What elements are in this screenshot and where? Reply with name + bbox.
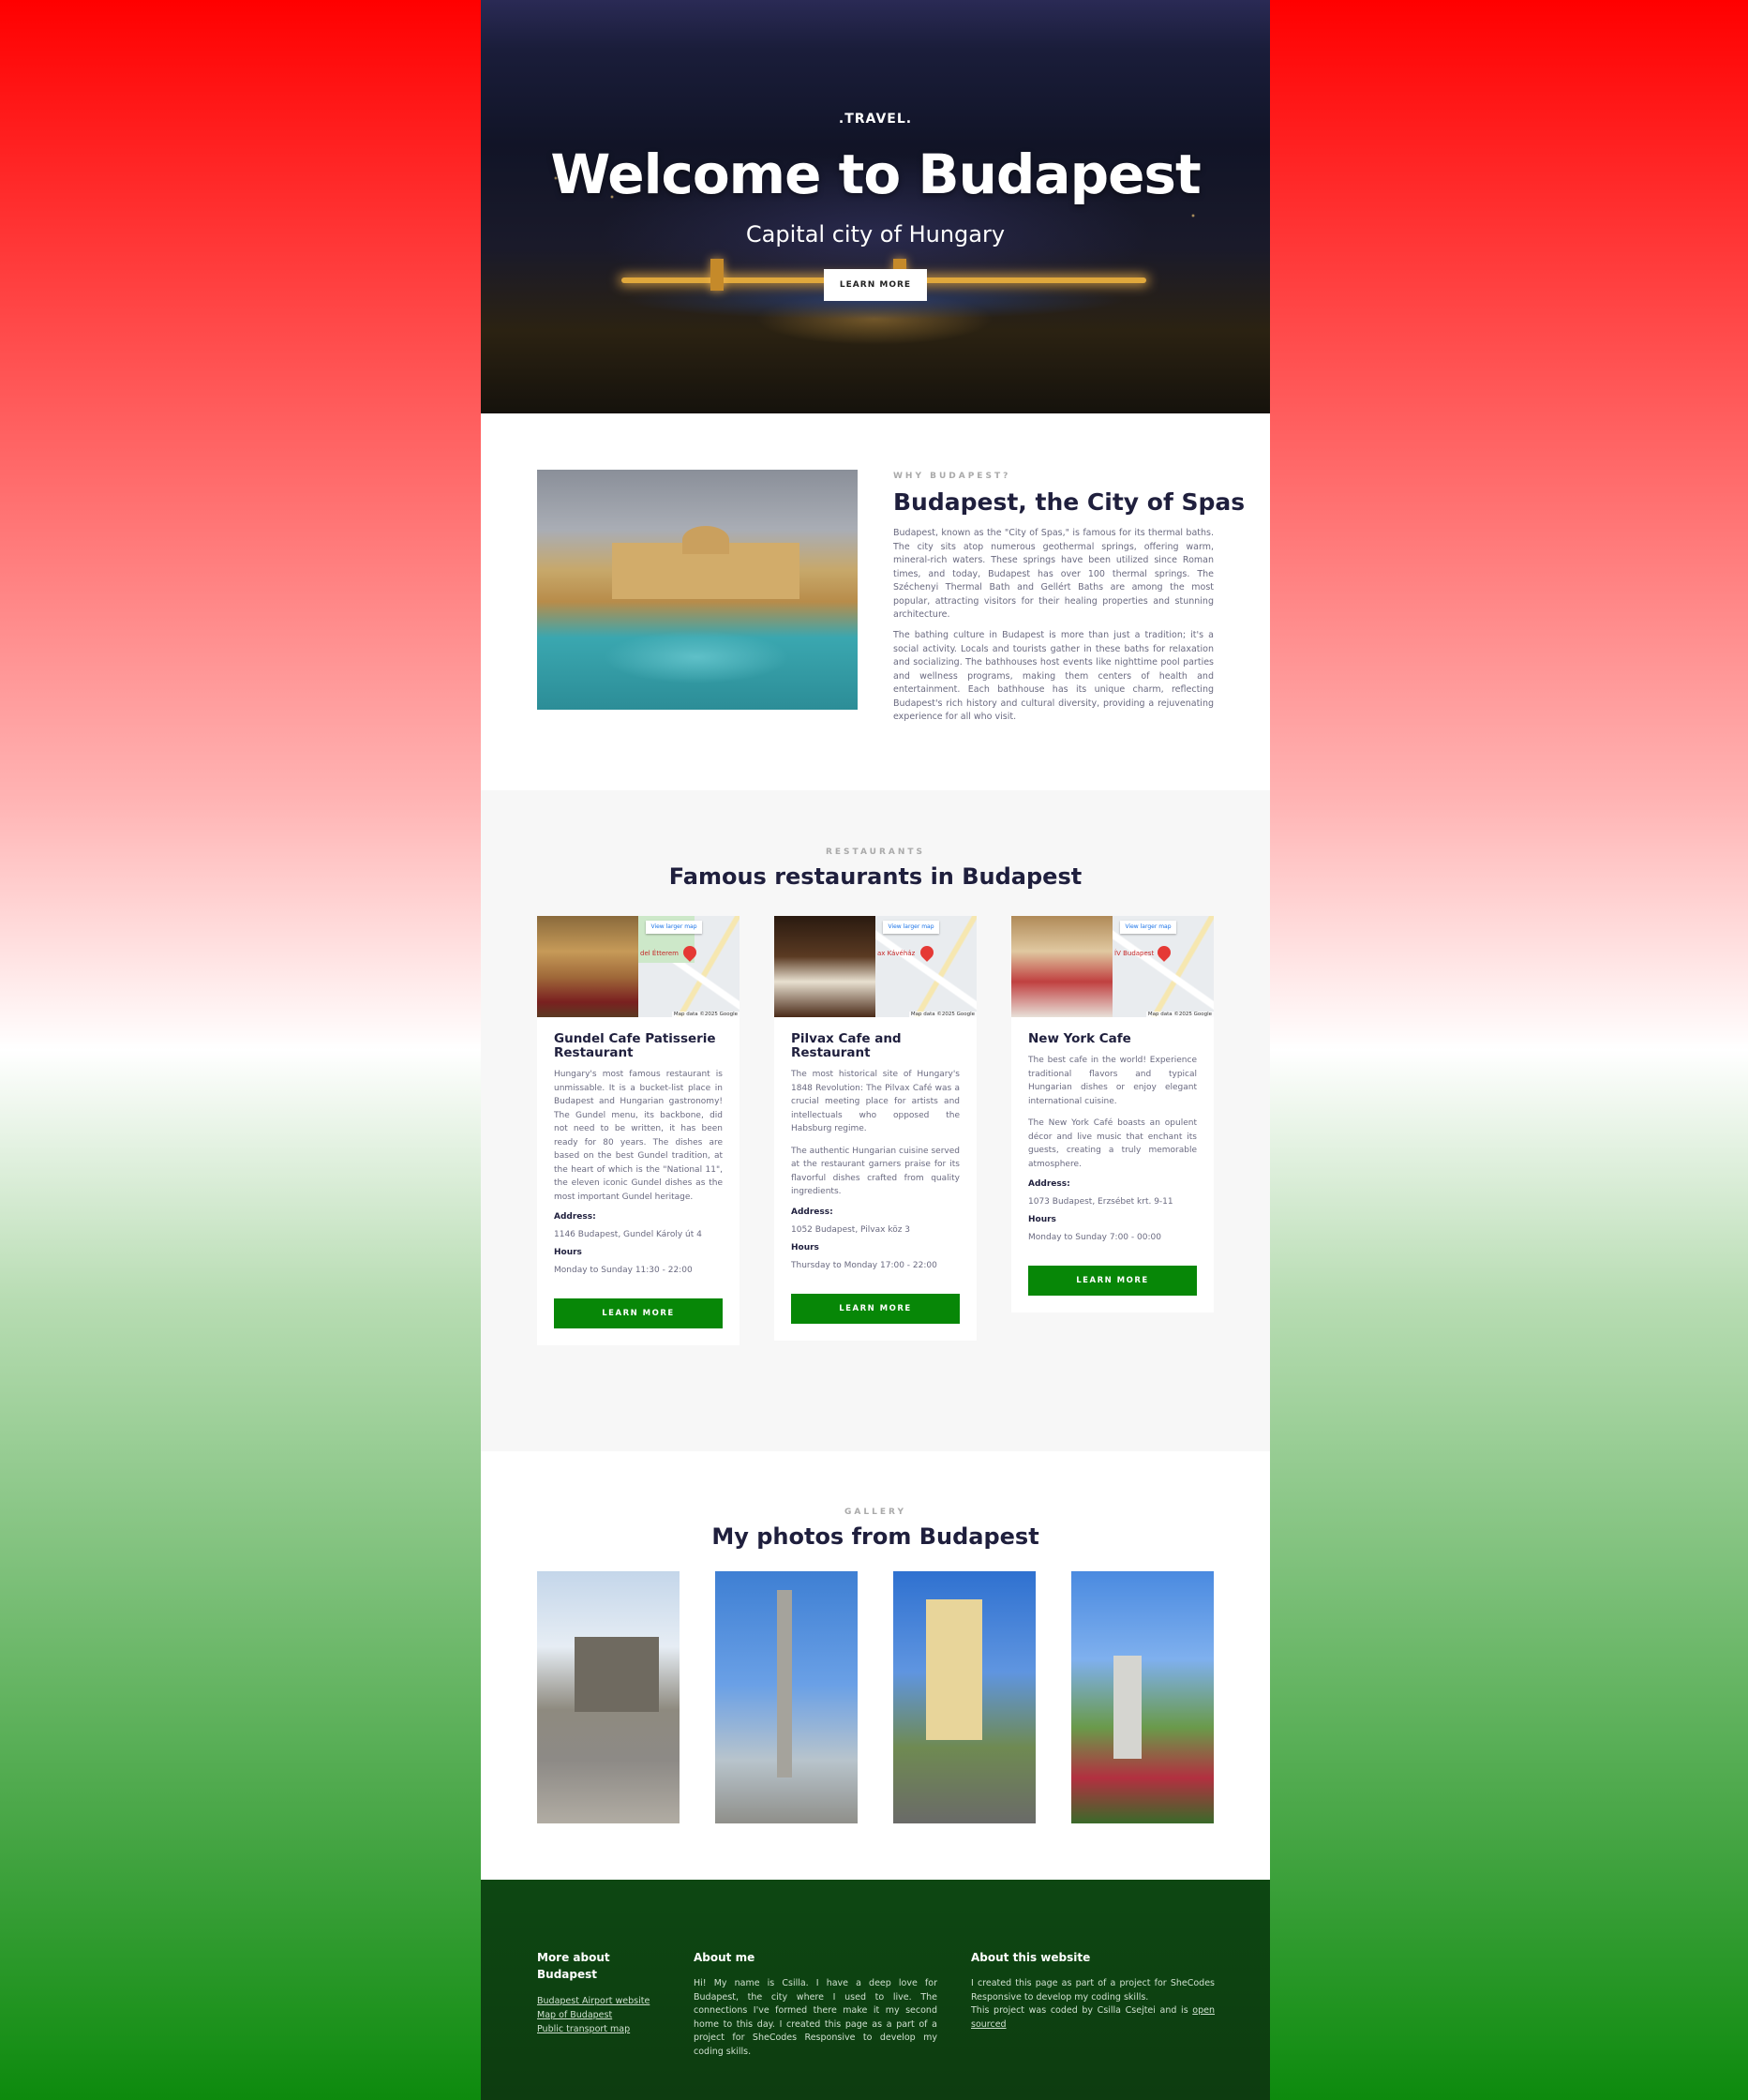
view-larger-map-link[interactable]: View larger map <box>883 921 939 934</box>
card-body: Pilvax Cafe and Restaurant The most hist… <box>774 1017 977 1341</box>
map-place-label: ax Kávéház <box>877 950 916 957</box>
map-pin-icon[interactable] <box>1155 943 1173 962</box>
restaurant-description-2: The authentic Hungarian cuisine served a… <box>791 1146 960 1197</box>
restaurant-photo <box>774 916 875 1017</box>
footer-about-site-line-1: I created this page as part of a project… <box>971 1978 1215 2002</box>
map-place-label: del Étterem <box>640 950 679 957</box>
restaurant-description-2: The New York Café boasts an opulent déco… <box>1028 1118 1197 1169</box>
restaurant-card-pilvax: View larger map ax Kávéház Map data ©202… <box>774 916 977 1341</box>
address-value: 1073 Budapest, Erzsébet krt. 9-11 <box>1028 1197 1173 1207</box>
footer-about-site-title: About this website <box>971 1951 1091 1964</box>
bath-dome <box>682 526 729 554</box>
hero-learn-more-button[interactable]: LEARN MORE <box>824 269 927 301</box>
card-media: View larger map del Étterem Map data ©20… <box>537 916 740 1017</box>
map-attribution: Map data ©2025 Google <box>1145 1012 1214 1017</box>
photo-subject <box>1113 1656 1142 1759</box>
footer-link-airport[interactable]: Budapest Airport website <box>537 1994 668 2008</box>
restaurant-photo <box>537 916 638 1017</box>
footer: More about Budapest Budapest Airport web… <box>481 1880 1270 2100</box>
hero-subtitle: Capital city of Hungary <box>745 221 1006 248</box>
footer-about-me-title: About me <box>694 1951 755 1964</box>
footer-col-about-me: About me Hi! My name is Csilla. I have a… <box>694 1949 937 2059</box>
footer-col-about-site: About this website I created this page a… <box>971 1949 1215 2032</box>
hours-label: Hours <box>1028 1215 1056 1224</box>
footer-about-me-text: Hi! My name is Csilla. I have a deep lov… <box>694 1978 937 2057</box>
gallery-photo-church[interactable] <box>893 1571 1036 1823</box>
gallery-title: My photos from Budapest <box>711 1523 1039 1550</box>
hero-title: Welcome to Budapest <box>550 142 1201 206</box>
card-body: New York Cafe The best cafe in the world… <box>1011 1017 1214 1312</box>
address-value: 1146 Budapest, Gundel Károly út 4 <box>554 1230 702 1239</box>
about-title: Budapest, the City of Spas <box>893 488 1246 516</box>
page: .TRAVEL. Welcome to Budapest Capital cit… <box>481 0 1270 2100</box>
restaurants-title: Famous restaurants in Budapest <box>668 863 1083 890</box>
embedded-map[interactable]: View larger map del Étterem Map data ©20… <box>638 916 740 1017</box>
restaurant-description: Hungary's most famous restaurant is unmi… <box>554 1070 723 1202</box>
hours-label: Hours <box>554 1248 582 1257</box>
address-label: Address: <box>1028 1179 1070 1189</box>
hours-value: Thursday to Monday 17:00 - 22:00 <box>791 1260 937 1270</box>
hours-value: Monday to Sunday 11:30 - 22:00 <box>554 1266 693 1275</box>
about-kicker: WHY BUDAPEST? <box>893 472 1011 481</box>
learn-more-button[interactable]: LEARN MORE <box>1028 1266 1197 1296</box>
brand-logo[interactable]: .TRAVEL. <box>481 112 1270 127</box>
view-larger-map-link[interactable]: View larger map <box>646 921 702 934</box>
restaurant-name: Gundel Cafe Patisserie Restaurant <box>554 1031 716 1060</box>
restaurant-name: New York Cafe <box>1028 1031 1131 1046</box>
embedded-map[interactable]: View larger map ax Kávéház Map data ©202… <box>875 916 977 1017</box>
hours-label: Hours <box>791 1242 819 1252</box>
card-body: Gundel Cafe Patisserie Restaurant Hungar… <box>537 1017 740 1345</box>
gallery-kicker: GALLERY <box>844 1508 906 1517</box>
card-media: View larger map ax Kávéház Map data ©202… <box>774 916 977 1017</box>
footer-about-site-line-2: This project was coded by Csilla Csejtei… <box>971 2005 1193 2016</box>
card-media: View larger map ÍV Budapest Map data ©20… <box>1011 916 1214 1017</box>
photo-subject <box>926 1599 982 1740</box>
restaurant-name: Pilvax Cafe and Restaurant <box>791 1031 902 1060</box>
restaurant-photo <box>1011 916 1113 1017</box>
address-value: 1052 Budapest, Pilvax köz 3 <box>791 1224 911 1235</box>
footer-about-site-text: I created this page as part of a project… <box>971 1977 1215 2032</box>
footer-link-transport[interactable]: Public transport map <box>537 2022 668 2036</box>
restaurant-description: The most historical site of Hungary's 18… <box>791 1070 960 1133</box>
hours-value: Monday to Sunday 7:00 - 00:00 <box>1028 1233 1161 1242</box>
map-attribution: Map data ©2025 Google <box>908 1012 977 1017</box>
address-label: Address: <box>554 1212 596 1222</box>
restaurant-card-new-york-cafe: View larger map ÍV Budapest Map data ©20… <box>1011 916 1214 1312</box>
hero-section: .TRAVEL. Welcome to Budapest Capital cit… <box>481 0 1270 413</box>
gallery-photo-buda-castle[interactable] <box>537 1571 680 1823</box>
photo-subject <box>575 1637 659 1712</box>
map-attribution: Map data ©2025 Google <box>671 1012 740 1017</box>
bridge-tower-left <box>710 259 724 291</box>
photo-subject <box>777 1590 792 1778</box>
gallery-section: GALLERY My photos from Budapest <box>481 1451 1270 1880</box>
map-pin-icon[interactable] <box>918 943 936 962</box>
embedded-map[interactable]: View larger map ÍV Budapest Map data ©20… <box>1113 916 1214 1017</box>
map-place-label: ÍV Budapest <box>1114 950 1155 957</box>
footer-link-map[interactable]: Map of Budapest <box>537 2008 668 2022</box>
restaurants-kicker: RESTAURANTS <box>825 848 926 857</box>
learn-more-button[interactable]: LEARN MORE <box>554 1298 723 1328</box>
footer-links-title: More about Budapest <box>537 1951 610 1981</box>
restaurants-section: RESTAURANTS Famous restaurants in Budape… <box>481 790 1270 1451</box>
gallery-photo-heroes-square[interactable] <box>715 1571 858 1823</box>
gallery-photo-statue[interactable] <box>1071 1571 1214 1823</box>
restaurant-card-gundel: View larger map del Étterem Map data ©20… <box>537 916 740 1345</box>
about-paragraph-2: The bathing culture in Budapest is more … <box>893 630 1214 722</box>
thermal-bath-photo <box>537 470 858 710</box>
view-larger-map-link[interactable]: View larger map <box>1120 921 1176 934</box>
about-paragraph-1: Budapest, known as the "City of Spas," i… <box>893 528 1214 620</box>
footer-col-links: More about Budapest Budapest Airport web… <box>537 1949 668 2036</box>
about-section: WHY BUDAPEST? Budapest, the City of Spas… <box>481 413 1270 790</box>
restaurant-description: The best cafe in the world! Experience t… <box>1028 1056 1197 1106</box>
learn-more-button[interactable]: LEARN MORE <box>791 1293 960 1324</box>
address-label: Address: <box>791 1207 833 1217</box>
